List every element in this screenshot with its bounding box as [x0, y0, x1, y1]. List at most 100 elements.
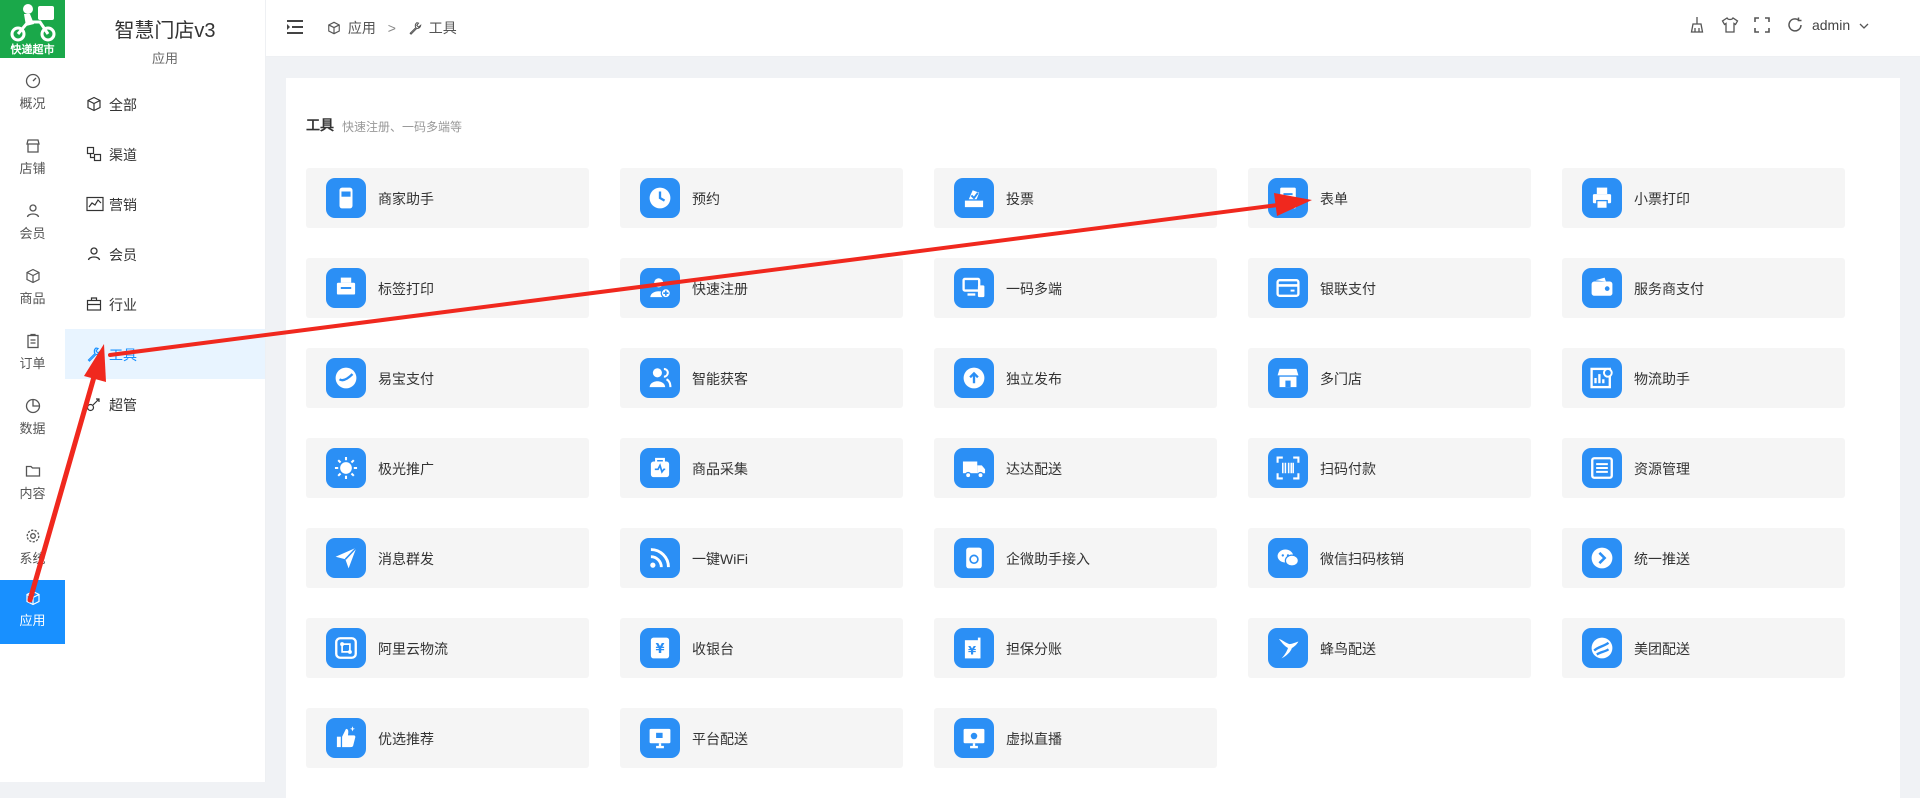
- shop-subtitle: 应用: [151, 51, 178, 66]
- tools-panel: 工具 快速注册、一码多端等 商家助手 预约 投票 表单 小票打印 标签打印 快速注册 一码多端…: [286, 78, 1900, 798]
- tool-card[interactable]: ¥ 担保分账: [934, 618, 1217, 678]
- rail-label: 系统: [19, 551, 46, 566]
- tool-card[interactable]: 标签打印: [306, 258, 589, 318]
- tool-label: 服务商支付: [1634, 281, 1704, 297]
- tool-card[interactable]: 扫码付款: [1248, 438, 1531, 498]
- rail-item-member[interactable]: 会员: [0, 193, 65, 255]
- devices-icon: [954, 268, 994, 308]
- tool-card[interactable]: 极光推广: [306, 438, 589, 498]
- subnav-item-channel[interactable]: 渠道: [65, 129, 265, 179]
- subnav-label: 行业: [109, 297, 137, 313]
- tool-card[interactable]: 美团配送: [1562, 618, 1845, 678]
- tool-card[interactable]: 多门店: [1248, 348, 1531, 408]
- tool-label: 极光推广: [378, 461, 434, 477]
- tool-card[interactable]: 平台配送: [620, 708, 903, 768]
- rail-item-content[interactable]: 内容: [0, 453, 65, 515]
- product-collect-icon: [640, 448, 680, 488]
- tool-card[interactable]: 虚拟直播: [934, 708, 1217, 768]
- tool-card[interactable]: 小票打印: [1562, 168, 1845, 228]
- form-icon: [1268, 178, 1308, 218]
- subnav-item-all[interactable]: 全部: [65, 79, 265, 129]
- rail-item-apps[interactable]: 应用: [0, 580, 65, 644]
- tool-card[interactable]: 企微助手接入: [934, 528, 1217, 588]
- rail-item-store[interactable]: 店铺: [0, 128, 65, 190]
- cube-icon: [87, 96, 101, 112]
- tool-card[interactable]: 投票: [934, 168, 1217, 228]
- tool-card[interactable]: 表单: [1248, 168, 1531, 228]
- subnav-item-admin[interactable]: 超管: [65, 379, 265, 429]
- wifi-icon: [640, 538, 680, 578]
- rail-item-data[interactable]: 数据: [0, 388, 65, 450]
- tool-label: 商家助手: [378, 191, 434, 207]
- tool-card[interactable]: 达达配送: [934, 438, 1217, 498]
- link-icon: [86, 398, 100, 412]
- logo[interactable]: 快递超市: [0, 0, 65, 58]
- tool-card[interactable]: 阿里云物流: [306, 618, 589, 678]
- tool-card[interactable]: 资源管理: [1562, 438, 1845, 498]
- tool-label: 预约: [692, 191, 720, 207]
- tool-label: 担保分账: [1006, 641, 1062, 657]
- tool-card[interactable]: 物流助手: [1562, 348, 1845, 408]
- tool-card[interactable]: 蜂鸟配送: [1248, 618, 1531, 678]
- tool-card[interactable]: ¥ 收银台: [620, 618, 903, 678]
- rail-item-order[interactable]: 订单: [0, 323, 65, 385]
- tool-label: 美团配送: [1634, 641, 1690, 657]
- subnav-item-marketing[interactable]: 营销: [65, 179, 265, 229]
- rail-item-system[interactable]: 系统: [0, 518, 65, 580]
- wecom-icon: [954, 538, 994, 578]
- broom-icon[interactable]: [1688, 16, 1706, 34]
- subnav-label: 全部: [109, 97, 137, 113]
- shop-name: 智慧门店v3: [114, 20, 216, 42]
- tool-card[interactable]: 服务商支付: [1562, 258, 1845, 318]
- users-icon: [640, 358, 680, 398]
- tool-card[interactable]: 易宝支付: [306, 348, 589, 408]
- svg-text:¥: ¥: [655, 642, 664, 657]
- tool-card[interactable]: 商品采集: [620, 438, 903, 498]
- rail-item-overview[interactable]: 概况: [0, 63, 65, 125]
- section-subtitle: 快速注册、一码多端等: [342, 120, 463, 134]
- user-add-icon: [640, 268, 680, 308]
- tool-card[interactable]: 银联支付: [1248, 258, 1531, 318]
- tool-card[interactable]: 独立发布: [934, 348, 1217, 408]
- tool-label: 智能获客: [692, 371, 748, 387]
- tool-card[interactable]: 微信扫码核销: [1248, 528, 1531, 588]
- user-menu[interactable]: admin: [1812, 17, 1870, 33]
- primary-rail: 快递超市 概况 店铺 会员 商品 订单 数据 内容 系统 应用: [0, 0, 66, 782]
- app-icon: [25, 590, 40, 606]
- tool-label: 多门店: [1320, 371, 1362, 387]
- wechat-icon: [1268, 538, 1308, 578]
- tool-card[interactable]: 统一推送: [1562, 528, 1845, 588]
- tool-card[interactable]: 商家助手: [306, 168, 589, 228]
- tool-label: 消息群发: [378, 551, 434, 567]
- tool-card[interactable]: 优选推荐: [306, 708, 589, 768]
- ballot-icon: [954, 178, 994, 218]
- gear-icon: [26, 529, 39, 543]
- refresh-icon[interactable]: [1786, 16, 1804, 34]
- subnav-item-member[interactable]: 会员: [65, 229, 265, 279]
- menu-toggle-icon[interactable]: [286, 19, 304, 35]
- tool-card[interactable]: 预约: [620, 168, 903, 228]
- breadcrumb-apps[interactable]: 应用: [348, 20, 376, 36]
- tool-label: 标签打印: [378, 281, 434, 297]
- chart-icon: [86, 196, 104, 212]
- header-actions: admin: [1678, 16, 1870, 38]
- cube-icon: [328, 21, 340, 35]
- tool-card[interactable]: 智能获客: [620, 348, 903, 408]
- live-stream-icon: [954, 718, 994, 758]
- shirt-icon[interactable]: [1721, 16, 1739, 34]
- tool-card[interactable]: 快速注册: [620, 258, 903, 318]
- tool-card[interactable]: 消息群发: [306, 528, 589, 588]
- tool-card[interactable]: 一码多端: [934, 258, 1217, 318]
- split-account-icon: ¥: [954, 628, 994, 668]
- subnav-item-industry[interactable]: 行业: [65, 279, 265, 329]
- fullscreen-icon[interactable]: [1753, 16, 1771, 34]
- subnav-item-tools[interactable]: 工具: [65, 329, 265, 379]
- upload-icon: [954, 358, 994, 398]
- yeepay-icon: [326, 358, 366, 398]
- clipboard-icon: [26, 333, 39, 349]
- username: admin: [1811, 17, 1851, 33]
- tool-label: 一键WiFi: [692, 551, 748, 567]
- rail-item-goods[interactable]: 商品: [0, 258, 65, 320]
- logo-text: 快递超市: [10, 44, 55, 56]
- tool-card[interactable]: 一键WiFi: [620, 528, 903, 588]
